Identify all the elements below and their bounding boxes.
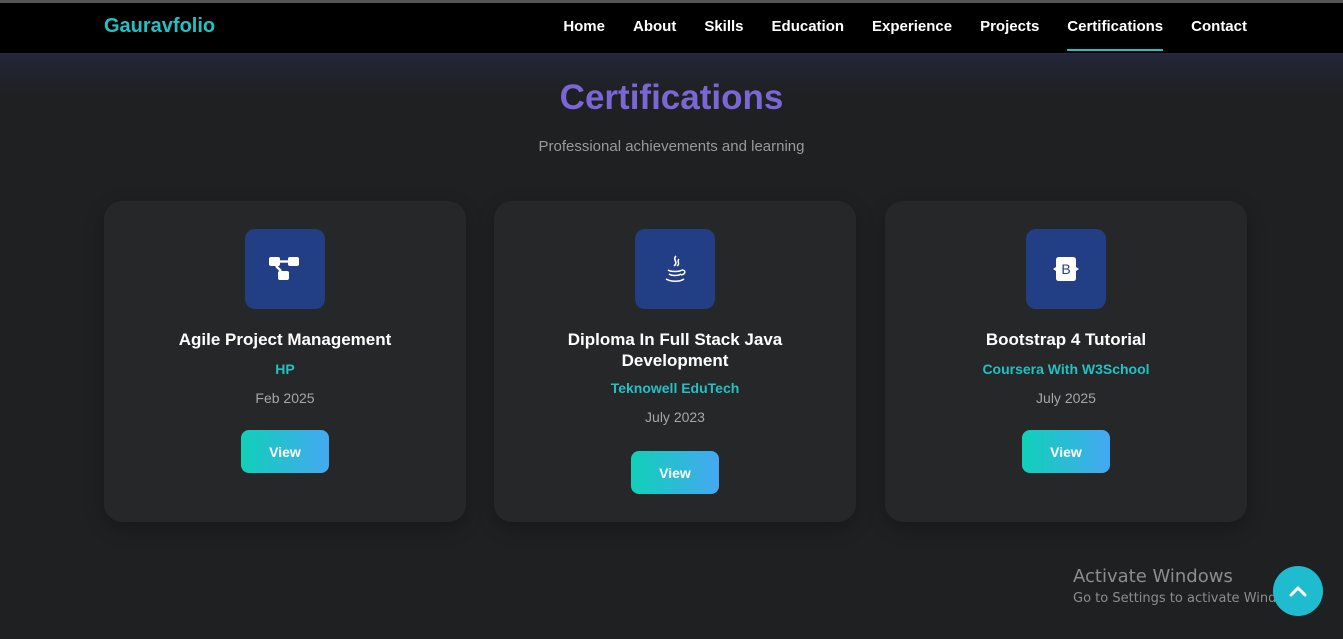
card-date: July 2025 bbox=[1036, 390, 1096, 406]
view-button[interactable]: View bbox=[241, 430, 329, 473]
section-subtitle: Professional achievements and learning bbox=[538, 138, 805, 155]
activate-windows-watermark: Activate Windows Go to Settings to activ… bbox=[1073, 566, 1306, 606]
card-title: Agile Project Management bbox=[178, 330, 392, 349]
watermark-title: Activate Windows bbox=[1073, 566, 1233, 587]
card-date: July 2023 bbox=[645, 409, 705, 425]
card-issuer: HP bbox=[275, 361, 295, 377]
certification-card-java: Diploma In Full Stack Java Development T… bbox=[494, 201, 856, 522]
java-icon bbox=[665, 255, 686, 283]
nav-link-experience[interactable]: Experience bbox=[872, 3, 952, 53]
nav-link-projects[interactable]: Projects bbox=[980, 3, 1039, 53]
card-icon-tile: B bbox=[1026, 229, 1106, 309]
nav-link-contact[interactable]: Contact bbox=[1191, 3, 1247, 53]
card-date: Feb 2025 bbox=[255, 390, 315, 406]
card-issuer: Teknowell EduTech bbox=[610, 380, 740, 396]
scroll-to-top-button[interactable] bbox=[1273, 566, 1323, 616]
certification-card-agile: Agile Project Management HP Feb 2025 Vie… bbox=[104, 201, 466, 522]
card-title: Bootstrap 4 Tutorial bbox=[985, 330, 1147, 349]
certification-card-bootstrap: B Bootstrap 4 Tutorial Coursera With W3S… bbox=[885, 201, 1247, 522]
navbar: Gauravfolio Home About Skills Education … bbox=[0, 3, 1343, 54]
view-button[interactable]: View bbox=[631, 451, 719, 494]
section-title: Certifications bbox=[559, 78, 784, 117]
chevron-up-icon bbox=[1289, 586, 1307, 597]
nav-link-education[interactable]: Education bbox=[772, 3, 845, 53]
nav-link-certifications[interactable]: Certifications bbox=[1067, 3, 1163, 53]
brand-logo[interactable]: Gauravfolio bbox=[104, 15, 215, 38]
card-issuer: Coursera With W3School bbox=[982, 361, 1150, 377]
card-icon-tile bbox=[245, 229, 325, 309]
view-button[interactable]: View bbox=[1022, 430, 1110, 473]
bootstrap-icon: B bbox=[1053, 257, 1079, 281]
nav-link-about[interactable]: About bbox=[633, 3, 676, 53]
nav-link-skills[interactable]: Skills bbox=[704, 3, 743, 53]
watermark-subtitle: Go to Settings to activate Windows. bbox=[1073, 591, 1306, 606]
svg-text:B: B bbox=[1061, 261, 1070, 277]
nav-link-home[interactable]: Home bbox=[563, 3, 605, 53]
nav-links: Home About Skills Education Experience P… bbox=[563, 3, 1247, 53]
project-diagram-icon bbox=[269, 257, 299, 280]
card-title: Diploma In Full Stack Java Development bbox=[567, 330, 783, 370]
card-icon-tile bbox=[635, 229, 715, 309]
